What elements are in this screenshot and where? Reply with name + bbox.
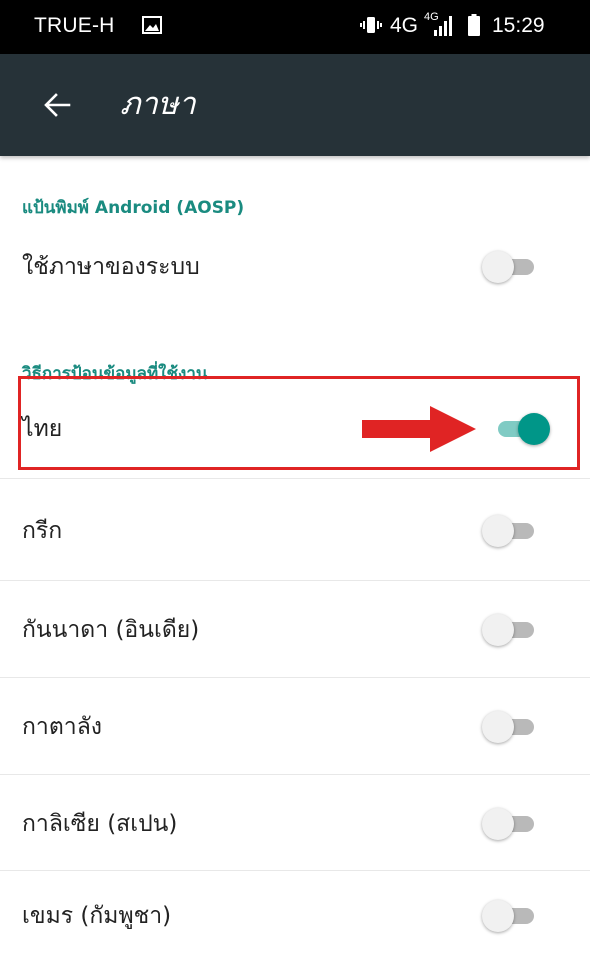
- status-bar: TRUE-H 4G 4G 15:29: [0, 0, 590, 54]
- kannada-toggle[interactable]: [482, 613, 542, 647]
- setting-row-catalan[interactable]: กาตาลัง: [0, 678, 590, 778]
- section-header-keyboard: แป้นพิมพ์ Android (AOSP): [22, 198, 245, 218]
- setting-label: กาตาลัง: [22, 714, 103, 740]
- khmer-toggle[interactable]: [482, 899, 542, 933]
- carrier-name: TRUE-H: [34, 14, 115, 37]
- app-bar: ภาษา: [0, 54, 590, 156]
- arrow-left-icon: [44, 93, 71, 117]
- photo-icon: [142, 16, 162, 34]
- language-settings-screen: TRUE-H 4G 4G 15:29 ภาษา แป้นพิมพ์ Androi…: [0, 0, 590, 962]
- catalan-toggle[interactable]: [482, 710, 542, 744]
- setting-label: กาลิเซีย (สเปน): [22, 811, 178, 837]
- setting-label: ใช้ภาษาของระบบ: [22, 254, 200, 280]
- setting-label: กรีก: [22, 518, 63, 544]
- setting-row-thai[interactable]: ไทย: [0, 384, 590, 484]
- system-language-toggle[interactable]: [482, 250, 542, 284]
- divider: [0, 478, 590, 479]
- section-header-input-methods: วิธีการป้อนข้อมูลที่ใช้งาน: [22, 364, 208, 384]
- setting-row-greek[interactable]: กรีก: [0, 482, 590, 582]
- galician-toggle[interactable]: [482, 807, 542, 841]
- setting-row-system-language[interactable]: ใช้ภาษาของระบบ: [0, 226, 590, 326]
- battery-icon: [468, 14, 480, 36]
- setting-label: ไทย: [22, 416, 63, 442]
- greek-toggle[interactable]: [482, 514, 542, 548]
- setting-row-kannada[interactable]: กันนาดา (อินเดีย): [0, 581, 590, 681]
- setting-row-khmer[interactable]: เขมร (กัมพูชา): [0, 871, 590, 962]
- back-button[interactable]: [34, 82, 80, 128]
- clock: 15:29: [492, 14, 545, 37]
- vibrate-icon: [360, 14, 382, 36]
- setting-label: เขมร (กัมพูชา): [22, 903, 172, 929]
- network-type: 4G: [390, 14, 419, 37]
- settings-list: แป้นพิมพ์ Android (AOSP) ใช้ภาษาของระบบ …: [0, 156, 590, 962]
- signal-icon: [433, 16, 455, 36]
- setting-label: กันนาดา (อินเดีย): [22, 617, 200, 643]
- setting-row-galician[interactable]: กาลิเซีย (สเปน): [0, 775, 590, 875]
- thai-toggle[interactable]: [490, 412, 550, 446]
- page-title: ภาษา: [120, 86, 196, 122]
